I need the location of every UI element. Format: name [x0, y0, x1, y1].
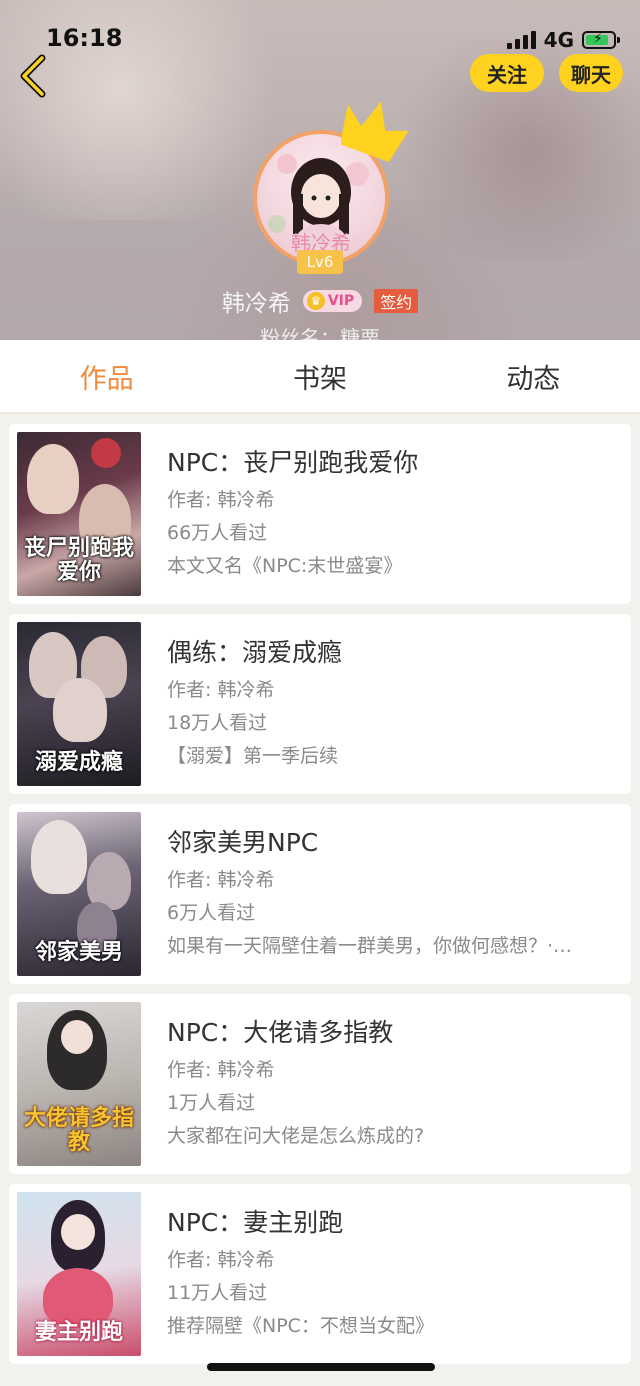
book-info: NPC：妻主别跑 作者: 韩冷希 11万人看过 推荐隔壁《NPC：不想当女配》: [167, 1206, 617, 1343]
book-title: 偶练：溺爱成瘾: [167, 638, 343, 667]
book-card[interactable]: 丧尸别跑我爱你 NPC：丧尸别跑我爱你 作者: 韩冷希 66万人看过 本文又名《…: [9, 424, 631, 604]
user-info-row: 韩冷希 ♛ VIP 签约: [0, 284, 640, 318]
level-badge: Lv6: [297, 250, 343, 274]
book-card[interactable]: 大佬请多指教 NPC：大佬请多指教 作者: 韩冷希 1万人看过 大家都在问大佬是…: [9, 994, 631, 1174]
book-views: 1万人看过: [167, 1092, 256, 1114]
book-title: NPC：大佬请多指教: [167, 1018, 394, 1047]
book-description: 推荐隔壁《NPC：不想当女配》: [167, 1315, 434, 1337]
profile-tabs: 作品 书架 动态: [0, 340, 640, 414]
chevron-left-icon: [20, 54, 46, 98]
network-type: 4G: [543, 28, 574, 52]
book-author: 作者: 韩冷希: [167, 1249, 275, 1271]
book-card[interactable]: 邻家美男 邻家美男NPC 作者: 韩冷希 6万人看过 如果有一天隔壁住着一群美男…: [9, 804, 631, 984]
book-cover-title: 溺爱成瘾: [34, 749, 123, 775]
book-description: 【溺爱】第一季后续: [167, 745, 339, 767]
book-author: 作者: 韩冷希: [167, 1059, 275, 1081]
book-title: 邻家美男NPC: [167, 828, 319, 857]
crown-icon: [341, 101, 409, 162]
book-author: 作者: 韩冷希: [167, 489, 275, 511]
works-list: 丧尸别跑我爱你 NPC：丧尸别跑我爱你 作者: 韩冷希 66万人看过 本文又名《…: [9, 424, 631, 1374]
battery-charging-icon: ⚡: [582, 31, 620, 49]
chat-button[interactable]: 聊天: [559, 54, 623, 92]
follow-button[interactable]: 关注: [470, 54, 544, 92]
book-description: 如果有一天隔壁住着一群美男，你做何感想？·…: [167, 935, 573, 957]
tab-activity[interactable]: 动态: [427, 340, 640, 412]
book-info: 邻家美男NPC 作者: 韩冷希 6万人看过 如果有一天隔壁住着一群美男，你做何感…: [167, 826, 617, 963]
vip-badge: ♛ VIP: [302, 290, 363, 312]
profile-header: 16:18 4G ⚡ 关注 聊天 韩冷希 Lv6 韩冷希 ♛ VIP 签约 粉丝…: [0, 0, 640, 340]
tab-bookshelf[interactable]: 书架: [213, 340, 426, 412]
book-info: 偶练：溺爱成瘾 作者: 韩冷希 18万人看过 【溺爱】第一季后续: [167, 636, 617, 773]
fan-name: 粉丝名：糖栗: [260, 326, 380, 340]
status-indicators: 4G ⚡: [506, 28, 620, 52]
book-info: NPC：大佬请多指教 作者: 韩冷希 1万人看过 大家都在问大佬是怎么炼成的?: [167, 1016, 617, 1153]
book-cover: 溺爱成瘾: [17, 622, 141, 786]
book-cover: 妻主别跑: [17, 1192, 141, 1356]
book-description: 本文又名《NPC:末世盛宴》: [167, 555, 403, 577]
signal-bars-icon: [506, 31, 536, 49]
book-info: NPC：丧尸别跑我爱你 作者: 韩冷希 66万人看过 本文又名《NPC:末世盛宴…: [167, 446, 617, 583]
book-author: 作者: 韩冷希: [167, 869, 275, 891]
book-cover-title: 丧尸别跑我爱你: [23, 535, 134, 585]
book-description: 大家都在问大佬是怎么炼成的?: [167, 1125, 425, 1147]
book-views: 18万人看过: [167, 712, 268, 734]
back-button[interactable]: [14, 52, 54, 100]
book-cover-title: 邻家美男: [34, 939, 123, 965]
book-author: 作者: 韩冷希: [167, 679, 275, 701]
avatar[interactable]: 韩冷希: [253, 101, 409, 266]
book-views: 11万人看过: [167, 1282, 268, 1304]
status-time: 16:18: [46, 24, 123, 52]
signed-badge: 签约: [374, 289, 419, 313]
book-views: 66万人看过: [167, 522, 268, 544]
book-card[interactable]: 妻主别跑 NPC：妻主别跑 作者: 韩冷希 11万人看过 推荐隔壁《NPC：不想…: [9, 1184, 631, 1364]
book-card[interactable]: 溺爱成瘾 偶练：溺爱成瘾 作者: 韩冷希 18万人看过 【溺爱】第一季后续: [9, 614, 631, 794]
book-cover: 大佬请多指教: [17, 1002, 141, 1166]
book-cover-title: 大佬请多指教: [23, 1105, 134, 1155]
home-indicator: [207, 1363, 435, 1371]
book-cover: 邻家美男: [17, 812, 141, 976]
book-title: NPC：丧尸别跑我爱你: [167, 448, 419, 477]
book-cover-title: 妻主别跑: [34, 1319, 123, 1345]
user-name: 韩冷希: [221, 291, 291, 317]
book-title: NPC：妻主别跑: [167, 1208, 344, 1237]
book-views: 6万人看过: [167, 902, 256, 924]
tab-works[interactable]: 作品: [0, 340, 213, 412]
vip-label: VIP: [327, 293, 355, 309]
vip-crown-icon: ♛: [306, 292, 325, 310]
book-cover: 丧尸别跑我爱你: [17, 432, 141, 596]
